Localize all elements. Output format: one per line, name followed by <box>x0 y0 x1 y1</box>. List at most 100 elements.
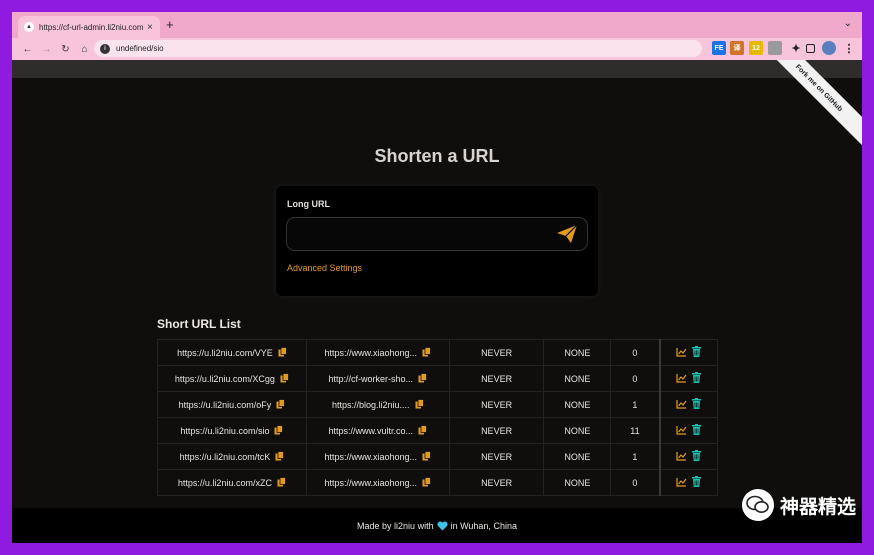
heart-icon <box>437 520 448 530</box>
footer: Made by li2niu with in Wuhan, China <box>12 508 862 543</box>
short-url-cell: https://u.li2niu.com/VYE <box>157 339 307 366</box>
long-url-cell: https://www.xiaohong... <box>305 443 450 470</box>
short-url-text[interactable]: https://u.li2niu.com/XCgg <box>175 374 275 384</box>
tab-strip: ▲ https://cf-url-admin.li2niu.com × + ⌄ <box>12 12 862 38</box>
password-cell: NONE <box>543 417 612 444</box>
copy-short-url-icon[interactable] <box>280 372 289 385</box>
reload-icon[interactable]: ↻ <box>56 44 75 55</box>
wechat-icon <box>741 489 774 521</box>
long-url-input[interactable] <box>286 217 588 251</box>
advanced-settings-link[interactable]: Advanced Settings <box>287 263 362 273</box>
trash-icon[interactable] <box>692 398 702 411</box>
long-url-cell: https://www.xiaohong... <box>305 469 450 496</box>
table-row: https://u.li2niu.com/tcK https://www.xiao… <box>157 443 718 470</box>
home-icon[interactable]: ⌂ <box>75 44 94 55</box>
chart-icon[interactable] <box>676 347 687 359</box>
chart-icon[interactable] <box>676 451 687 463</box>
page-title: Shorten a URL <box>374 146 500 166</box>
watermark-text: 神器精选 <box>779 495 856 518</box>
actions-cell <box>658 391 718 418</box>
short-url-text[interactable]: https://u.li2niu.com/VYE <box>177 348 273 358</box>
extensions-puzzle-icon[interactable]: ✦ <box>789 41 803 55</box>
browser-menu-icon[interactable]: ⋮ <box>842 41 856 55</box>
copy-long-url-icon[interactable] <box>418 372 427 385</box>
copy-short-url-icon[interactable] <box>276 398 286 411</box>
browser-toolbar: ← → ↻ ⌂ i undefined/sio FE 译 12 ✦ ⋮ <box>12 38 862 60</box>
copy-long-url-icon[interactable] <box>415 398 424 411</box>
site-info-icon[interactable]: i <box>100 43 110 54</box>
back-arrow-icon[interactable]: ← <box>18 44 37 55</box>
visit-count-cell: 0 <box>610 365 661 392</box>
profile-avatar-icon[interactable] <box>822 41 836 55</box>
table-row: https://u.li2niu.com/VYE https://www.xiao… <box>157 339 718 366</box>
short-url-text[interactable]: https://u.li2niu.com/tcK <box>180 452 271 462</box>
actions-cell <box>658 469 718 496</box>
long-url-cell: https://blog.li2niu.... <box>305 391 450 418</box>
trash-icon[interactable] <box>692 476 702 489</box>
address-bar[interactable]: i undefined/sio <box>94 40 702 57</box>
long-url-text[interactable]: https://www.xiaohong... <box>325 452 418 462</box>
copy-long-url-icon[interactable] <box>422 476 431 489</box>
long-url-cell: http://cf-worker-sho... <box>305 365 450 392</box>
visit-count-cell: 0 <box>610 469 661 496</box>
short-url-cell: https://u.li2niu.com/XCgg <box>157 365 307 392</box>
copy-short-url-icon[interactable] <box>278 346 287 359</box>
trash-icon[interactable] <box>692 450 702 463</box>
chart-icon[interactable] <box>676 425 687 437</box>
watermark: 神器精选 <box>741 489 856 521</box>
trash-icon[interactable] <box>692 424 702 437</box>
long-url-text[interactable]: https://www.xiaohong... <box>325 348 418 358</box>
short-url-list-title: Short URL List <box>157 317 241 331</box>
chart-icon[interactable] <box>676 373 687 385</box>
long-url-text[interactable]: https://www.xiaohong... <box>325 478 418 488</box>
gray-extension-icon[interactable] <box>768 41 782 55</box>
fe-extension-icon[interactable]: FE <box>712 41 726 55</box>
visit-count-cell: 0 <box>610 339 661 366</box>
actions-cell <box>658 417 718 444</box>
paper-plane-icon <box>557 224 578 243</box>
new-tab-button[interactable]: + <box>166 18 174 32</box>
short-url-text[interactable]: https://u.li2niu.com/oFy <box>179 400 272 410</box>
copy-short-url-icon[interactable] <box>274 424 284 437</box>
translate-extension-icon[interactable]: 译 <box>730 41 744 55</box>
side-panel-icon[interactable] <box>806 44 815 53</box>
badge-extension-icon[interactable]: 12 <box>749 41 763 55</box>
trash-icon[interactable] <box>692 346 702 359</box>
chart-icon[interactable] <box>676 477 687 489</box>
short-url-text[interactable]: https://u.li2niu.com/sio <box>180 426 269 436</box>
short-url-cell: https://u.li2niu.com/oFy <box>157 391 307 418</box>
copy-long-url-icon[interactable] <box>422 450 431 463</box>
tab-search-icon[interactable]: ⌄ <box>844 18 852 29</box>
visit-count-cell: 1 <box>610 391 661 418</box>
chart-icon[interactable] <box>676 399 687 411</box>
tab-title: https://cf-url-admin.li2niu.com <box>39 22 143 32</box>
long-url-cell: https://www.vultr.co... <box>305 417 450 444</box>
actions-cell <box>658 443 718 470</box>
tab-close-icon[interactable]: × <box>147 22 153 33</box>
site-favicon-icon: ▲ <box>24 22 34 32</box>
password-cell: NONE <box>543 391 612 418</box>
copy-long-url-icon[interactable] <box>422 346 431 359</box>
table-row: https://u.li2niu.com/xZC https://www.xiao… <box>157 469 718 496</box>
trash-icon[interactable] <box>692 372 702 385</box>
password-cell: NONE <box>543 469 612 496</box>
long-url-text[interactable]: https://www.vultr.co... <box>329 426 414 436</box>
table-row: https://u.li2niu.com/XCgg http://cf-worke… <box>157 365 718 392</box>
short-url-text[interactable]: https://u.li2niu.com/xZC <box>178 478 272 488</box>
short-url-cell: https://u.li2niu.com/xZC <box>157 469 307 496</box>
shorten-form-card: Long URL Advanced Settings <box>276 186 598 296</box>
visit-count-cell: 11 <box>610 417 661 444</box>
copy-short-url-icon[interactable] <box>277 476 286 489</box>
password-cell: NONE <box>543 443 612 470</box>
copy-long-url-icon[interactable] <box>418 424 427 437</box>
shorten-submit-button[interactable] <box>554 222 580 246</box>
top-bar <box>12 60 862 78</box>
browser-tab[interactable]: ▲ https://cf-url-admin.li2niu.com × <box>18 16 160 38</box>
forward-arrow-icon[interactable]: → <box>37 44 56 55</box>
long-url-text[interactable]: https://blog.li2niu.... <box>332 400 410 410</box>
short-url-cell: https://u.li2niu.com/sio <box>157 417 307 444</box>
footer-text-after: in Wuhan, China <box>450 520 517 531</box>
copy-short-url-icon[interactable] <box>275 450 285 463</box>
long-url-text[interactable]: http://cf-worker-sho... <box>329 374 414 384</box>
address-text: undefined/sio <box>116 44 164 53</box>
